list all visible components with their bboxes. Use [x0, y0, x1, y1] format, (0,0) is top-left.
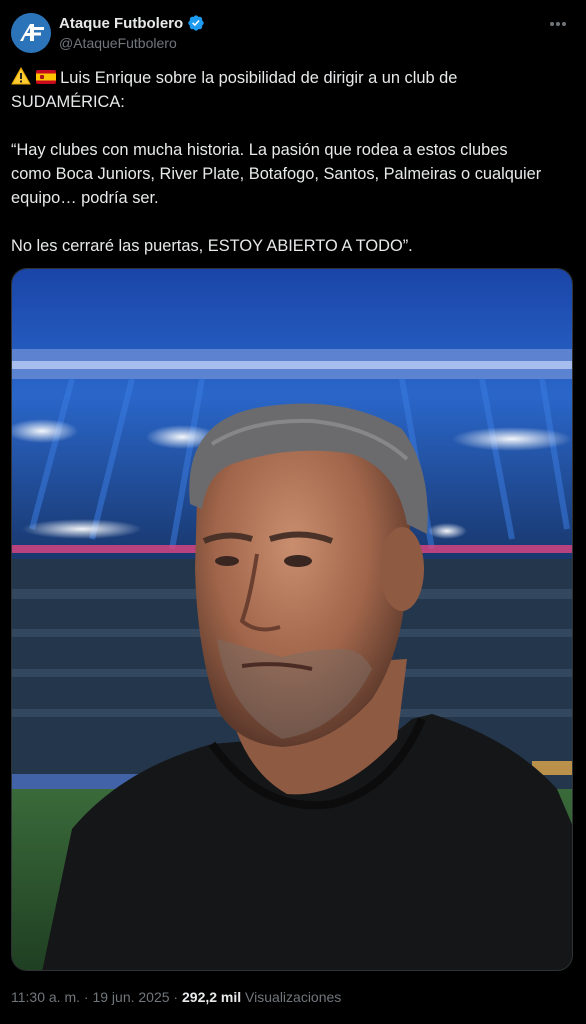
avatar[interactable]	[11, 13, 51, 53]
author-handle[interactable]: @AtaqueFutbolero	[59, 35, 177, 51]
tweet-quote-line3: equipo… podría ser.	[11, 189, 159, 207]
display-name[interactable]: Ataque Futbolero	[59, 15, 183, 32]
tweet-text: Luis Enrique sobre la posibilidad de dir…	[11, 66, 571, 258]
tweet-container: Ataque Futbolero @AtaqueFutbolero Luis E…	[0, 0, 586, 1024]
avatar-logo-icon	[11, 13, 51, 53]
tweet-time[interactable]: 11:30 a. m.	[11, 989, 80, 1005]
tweet-metadata: 11:30 a. m. · 19 jun. 2025 · 292,2 mil V…	[11, 989, 341, 1005]
views-label: Visualizaciones	[241, 989, 342, 1005]
meta-separator: ·	[169, 989, 182, 1005]
tweet-closing: No les cerraré las puertas, ESTOY ABIERT…	[11, 237, 413, 255]
tweet-photo[interactable]	[11, 268, 573, 971]
tweet-line-intro: Luis Enrique sobre la posibilidad de dir…	[11, 66, 571, 90]
name-row: Ataque Futbolero	[59, 14, 205, 32]
tweet-line2: SUDAMÉRICA:	[11, 93, 125, 111]
stadium-portrait-image	[12, 269, 572, 970]
spain-flag-icon	[35, 70, 56, 84]
tweet-line1: Luis Enrique sobre la posibilidad de dir…	[60, 69, 458, 87]
tweet-header: Ataque Futbolero @AtaqueFutbolero	[11, 12, 575, 54]
warning-icon	[11, 67, 31, 85]
more-dots-icon	[550, 22, 566, 26]
meta-separator: ·	[80, 989, 93, 1005]
tweet-date[interactable]: 19 jun. 2025	[92, 989, 169, 1005]
views-count: 292,2 mil	[182, 989, 242, 1005]
tweet-quote-line2: como Boca Juniors, River Plate, Botafogo…	[11, 165, 542, 183]
verified-badge-icon	[188, 15, 204, 31]
more-options-button[interactable]	[543, 12, 573, 36]
tweet-quote-line1: “Hay clubes con mucha historia. La pasió…	[11, 141, 508, 159]
